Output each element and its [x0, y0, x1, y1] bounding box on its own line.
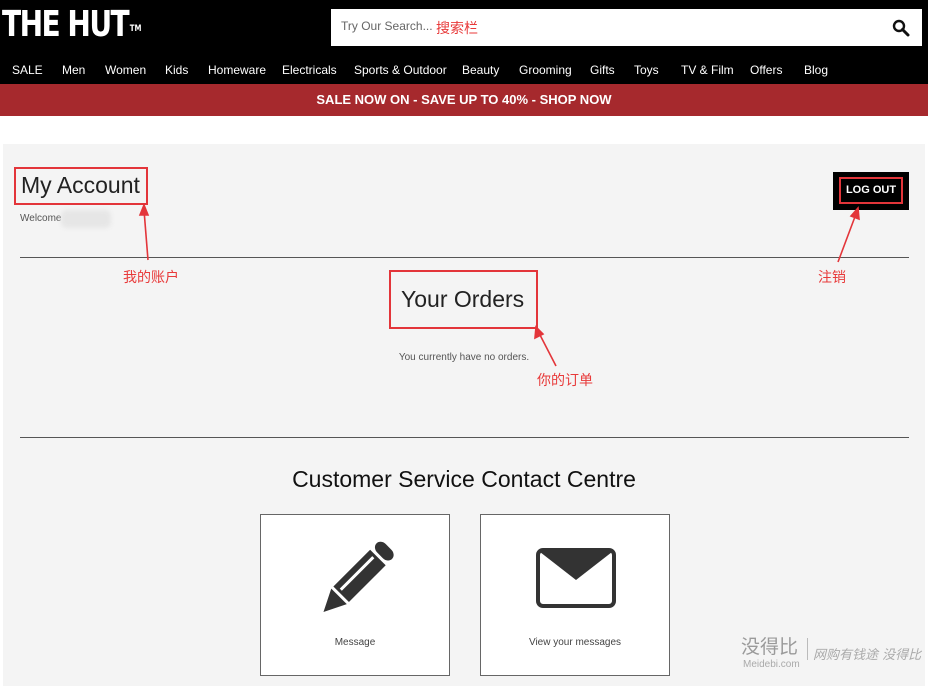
watermark-tagline: 网购有钱途 没得比 [813, 648, 922, 663]
site-header: THE HUT TM Try Our Search... 搜索栏 SALE Men… [0, 0, 928, 84]
pencil-icon [323, 541, 394, 612]
watermark: 没得比 Meidebi.com 网购有钱途 没得比 [741, 632, 928, 686]
search-bar[interactable]: Try Our Search... 搜索栏 [331, 9, 922, 46]
message-card-label: Message [334, 637, 376, 648]
annotation-orders: 你的订单 [537, 373, 593, 389]
site-logo[interactable]: THE HUT TM [2, 4, 142, 46]
nav-item-sale[interactable]: SALE [12, 63, 43, 77]
search-annotation: 搜索栏 [436, 21, 478, 37]
logo-text: THE HUT [2, 4, 130, 45]
nav-item-grooming[interactable]: Grooming [519, 63, 572, 77]
nav-item-blog[interactable]: Blog [804, 63, 828, 77]
contact-centre-title: Customer Service Contact Centre [292, 466, 636, 492]
nav-item-kids[interactable]: Kids [165, 63, 188, 77]
annotation-logout: 注销 [818, 270, 846, 286]
view-messages-card-label: View your messages [528, 637, 622, 648]
watermark-site: Meidebi.com [743, 659, 800, 670]
nav-item-sports-outdoor[interactable]: Sports & Outdoor [354, 63, 447, 77]
account-panel [3, 144, 925, 686]
watermark-separator [807, 638, 808, 660]
divider [20, 437, 909, 438]
welcome-text: Welcome [20, 213, 62, 224]
orders-title: Your Orders [401, 286, 525, 312]
promo-link[interactable]: SALE NOW ON - SAVE UP TO 40% - SHOP NOW [316, 84, 611, 116]
logo-trademark: TM [129, 24, 142, 34]
nav-item-electricals[interactable]: Electricals [282, 63, 337, 77]
orders-empty-message: You currently have no orders. [398, 352, 530, 363]
username-redacted [61, 210, 111, 228]
nav-item-men[interactable]: Men [62, 63, 85, 77]
divider [20, 257, 909, 258]
envelope-icon [536, 548, 616, 608]
search-icon[interactable] [892, 19, 910, 37]
nav-item-tv-film[interactable]: TV & Film [681, 63, 734, 77]
watermark-logo: 没得比 [741, 636, 799, 658]
nav-item-offers[interactable]: Offers [750, 63, 782, 77]
annotation-my-account: 我的账户 [123, 270, 179, 286]
nav-item-beauty[interactable]: Beauty [462, 63, 499, 77]
search-input[interactable]: Try Our Search... [341, 19, 433, 33]
logout-label: LOG OUT [839, 177, 903, 204]
nav-item-toys[interactable]: Toys [634, 63, 659, 77]
nav-item-women[interactable]: Women [105, 63, 146, 77]
main-nav: SALE Men Women Kids Homeware Electricals… [0, 60, 928, 82]
view-messages-card[interactable]: View your messages [480, 514, 670, 676]
promo-banner: SALE NOW ON - SAVE UP TO 40% - SHOP NOW [0, 84, 928, 116]
logout-button[interactable]: LOG OUT [833, 172, 909, 210]
message-card[interactable]: Message [260, 514, 450, 676]
nav-item-homeware[interactable]: Homeware [208, 63, 266, 77]
nav-item-gifts[interactable]: Gifts [590, 63, 615, 77]
page-title: My Account [21, 172, 140, 198]
